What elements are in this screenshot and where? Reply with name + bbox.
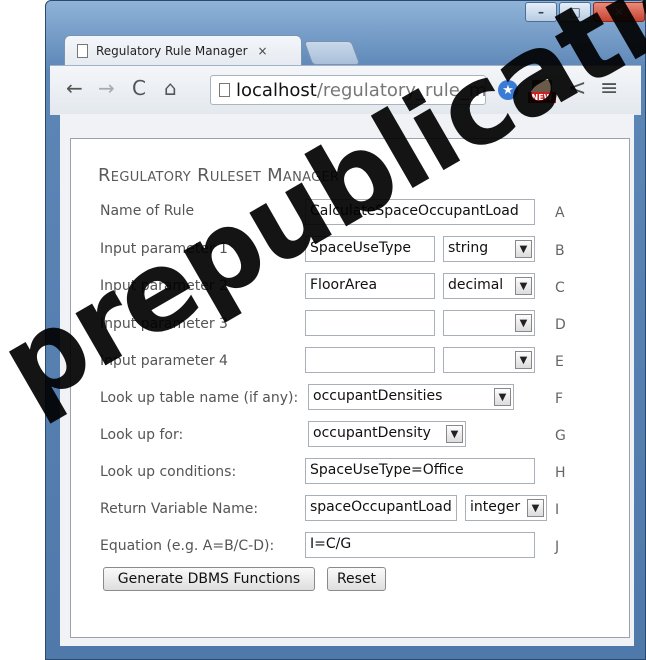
- chevron-down-icon[interactable]: ▼: [494, 388, 511, 406]
- reload-icon[interactable]: C: [132, 76, 146, 100]
- row-letter: B: [555, 243, 565, 259]
- chevron-down-icon[interactable]: ▼: [446, 425, 463, 443]
- row-letter: H: [555, 465, 566, 481]
- extension-gift-icon[interactable]: NEW: [528, 76, 556, 104]
- url-path: /regulatory_rule_ma: [316, 79, 486, 101]
- input-param-2-field[interactable]: FloorArea: [305, 273, 435, 299]
- lookup-for-select[interactable]: occupantDensity ▼: [308, 421, 466, 447]
- selected-value: occupantDensities: [313, 388, 443, 404]
- label-return-variable: Return Variable Name:: [100, 501, 259, 517]
- input-param-1-type-select[interactable]: string ▼: [443, 236, 535, 262]
- label-input-param-2: Input parameter 2: [100, 278, 228, 294]
- home-icon[interactable]: ⌂: [164, 76, 177, 100]
- label-input-param-3: Input parameter 3: [100, 316, 228, 332]
- browser-tab[interactable]: Regulatory Rule Manager ×: [64, 35, 302, 65]
- row-letter: G: [555, 428, 566, 444]
- page-icon: [77, 43, 88, 58]
- page-title: Regulatory Ruleset Manager: [98, 165, 340, 186]
- tab-close-icon[interactable]: ×: [258, 44, 268, 58]
- row-letter: I: [555, 502, 560, 518]
- row-letter: F: [555, 391, 564, 407]
- row-letter: E: [555, 354, 564, 370]
- input-param-4-type-select[interactable]: ▼: [443, 347, 535, 373]
- minimize-button[interactable]: –: [525, 2, 557, 22]
- label-rule-name: Name of Rule: [100, 203, 195, 219]
- rule-name-input[interactable]: CalculateSpaceOccupantLoad: [305, 199, 535, 225]
- label-lookup-table: Look up table name (if any):: [100, 390, 299, 406]
- menu-icon[interactable]: ≡: [600, 76, 618, 101]
- row-letter: D: [555, 317, 566, 333]
- window-controls: – □ ✕: [523, 2, 645, 22]
- return-type-select[interactable]: integer ▼: [465, 495, 547, 521]
- label-lookup-conditions: Look up conditions:: [100, 464, 237, 480]
- generate-dbms-functions-button[interactable]: Generate DBMS Functions: [103, 567, 315, 591]
- input-param-3-type-select[interactable]: ▼: [443, 310, 535, 336]
- label-input-param-1: Input parameter 1: [100, 241, 228, 257]
- browser-toolbar: ← → C ⌂ localhost /regulatory_rule_ma ★ …: [50, 65, 641, 115]
- extension-star-icon[interactable]: ★: [498, 80, 518, 100]
- row-letter: J: [555, 539, 560, 555]
- maximize-button[interactable]: □: [559, 2, 591, 22]
- chevron-down-icon[interactable]: ▼: [527, 499, 544, 517]
- forward-icon[interactable]: →: [98, 76, 115, 100]
- chevron-down-icon[interactable]: ▼: [515, 351, 532, 369]
- new-tab-button[interactable]: [303, 41, 361, 65]
- input-param-1-field[interactable]: SpaceUseType: [305, 236, 435, 262]
- reset-button[interactable]: Reset: [327, 567, 386, 591]
- tab-title: Regulatory Rule Manager: [96, 43, 248, 58]
- address-bar[interactable]: localhost /regulatory_rule_ma: [210, 75, 486, 105]
- label-input-param-4: Input parameter 4: [100, 353, 228, 369]
- close-window-button[interactable]: ✕: [593, 2, 645, 22]
- equation-input[interactable]: I=C/G: [305, 532, 535, 558]
- label-lookup-for: Look up for:: [100, 427, 184, 443]
- input-param-3-field[interactable]: [305, 310, 435, 336]
- chevron-down-icon[interactable]: ▼: [515, 240, 532, 258]
- selected-value: occupantDensity: [313, 425, 431, 441]
- return-variable-input[interactable]: spaceOccupantLoad: [305, 495, 457, 521]
- row-letter: A: [555, 205, 565, 221]
- selected-value: string: [448, 240, 489, 256]
- selected-value: decimal: [448, 277, 504, 293]
- share-icon[interactable]: <: [568, 76, 586, 101]
- back-icon[interactable]: ←: [66, 76, 83, 100]
- row-letter: C: [555, 280, 565, 296]
- lookup-table-select[interactable]: occupantDensities ▼: [308, 384, 514, 410]
- url-host: localhost: [236, 79, 317, 101]
- page-icon: [219, 83, 230, 97]
- chevron-down-icon[interactable]: ▼: [515, 277, 532, 295]
- label-equation: Equation (e.g. A=B/C-D):: [100, 538, 275, 554]
- input-param-2-type-select[interactable]: decimal ▼: [443, 273, 535, 299]
- input-param-4-field[interactable]: [305, 347, 435, 373]
- chevron-down-icon[interactable]: ▼: [515, 314, 532, 332]
- selected-value: integer: [470, 499, 521, 515]
- lookup-conditions-input[interactable]: SpaceUseType=Office: [305, 458, 535, 484]
- new-badge: NEW: [528, 92, 556, 103]
